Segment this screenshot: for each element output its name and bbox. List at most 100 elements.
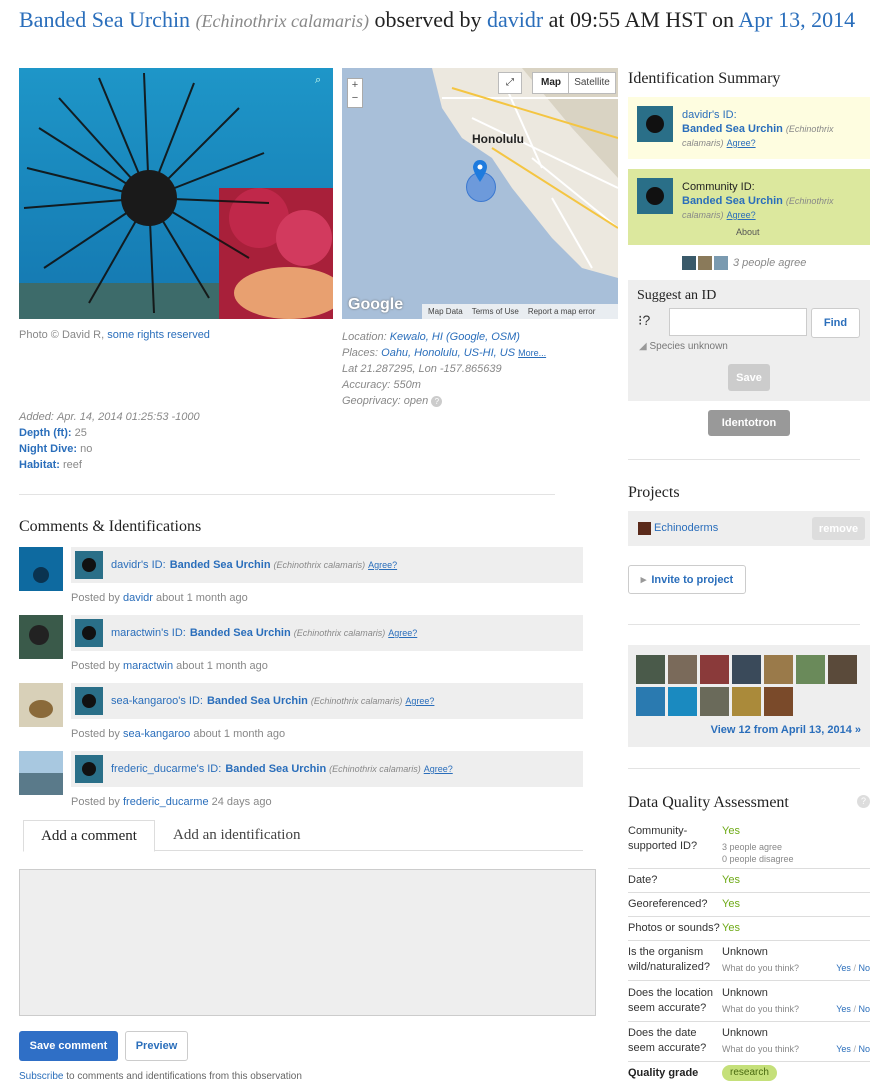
map-type-satellite-button[interactable]: Satellite: [568, 72, 616, 94]
vote-yes-link[interactable]: Yes: [836, 1044, 851, 1054]
people-agree-text[interactable]: 3 people agree: [733, 257, 806, 269]
terms-link[interactable]: Terms of Use: [472, 307, 519, 316]
poster-link[interactable]: frederic_ducarme: [123, 796, 209, 808]
map-data-link[interactable]: Map Data: [428, 307, 463, 316]
places-links[interactable]: Oahu, Honolulu, US-HI, US: [381, 347, 515, 359]
taxon-thumbnail[interactable]: [75, 687, 103, 715]
vote-yes-link[interactable]: Yes: [836, 1004, 851, 1014]
location-link[interactable]: Kewalo, HI: [390, 331, 443, 343]
map-pin-icon[interactable]: [473, 160, 487, 182]
about-link[interactable]: About: [736, 227, 760, 237]
dqa-value: Yes: [722, 922, 740, 934]
agree-link[interactable]: Agree?: [388, 628, 417, 638]
agree-link[interactable]: Agree?: [727, 210, 756, 220]
fullscreen-icon[interactable]: ⤢: [498, 72, 522, 94]
vote-no-link[interactable]: No: [858, 1044, 870, 1054]
zoom-controls[interactable]: + −: [347, 78, 363, 108]
user-id-taxon[interactable]: Banded Sea Urchin: [682, 123, 783, 135]
id-user-label[interactable]: frederic_ducarme's ID:: [111, 763, 221, 775]
invite-to-project-button[interactable]: ▸ Invite to project: [628, 565, 746, 594]
date-link[interactable]: Apr 13, 2014: [738, 7, 855, 32]
dqa-vote: Yes / No: [836, 1044, 870, 1054]
obs-thumbnail[interactable]: [732, 687, 761, 716]
habitat-label[interactable]: Habitat:: [19, 459, 60, 471]
species-link[interactable]: Banded Sea Urchin: [19, 7, 190, 32]
dqa-row: Does the date seem accurate? Unknown Wha…: [628, 1026, 870, 1062]
avatar[interactable]: [714, 256, 728, 270]
help-icon[interactable]: ?: [431, 396, 443, 407]
taxon-search-input[interactable]: [669, 308, 807, 336]
location-map[interactable]: + − ⤢ Map Satellite Honolulu Google Map D…: [342, 68, 618, 319]
observation-photo[interactable]: ⌕: [19, 68, 333, 319]
observer-link[interactable]: davidr: [487, 7, 543, 32]
obs-thumbnail[interactable]: [828, 655, 857, 684]
avatar[interactable]: [19, 547, 63, 591]
photo-credit-text: Photo © David R,: [19, 329, 105, 341]
id-user-label[interactable]: maractwin's ID:: [111, 627, 186, 639]
places-more-link[interactable]: More...: [518, 348, 546, 358]
save-id-button[interactable]: Save: [728, 364, 770, 391]
tab-add-identification[interactable]: Add an identification: [173, 820, 300, 850]
avatar[interactable]: [19, 751, 63, 795]
view-more-link[interactable]: View 12 from April 13, 2014 »: [711, 724, 861, 736]
community-id-box: Community ID: Banded Sea Urchin (Echinot…: [628, 169, 870, 245]
obs-thumbnail[interactable]: [700, 655, 729, 684]
tab-add-comment[interactable]: Add a comment: [23, 820, 155, 852]
save-comment-button[interactable]: Save comment: [19, 1031, 118, 1061]
rights-link[interactable]: some rights reserved: [107, 329, 210, 341]
agree-link[interactable]: Agree?: [405, 696, 434, 706]
taxon-thumbnail[interactable]: [637, 106, 673, 142]
user-id-label[interactable]: davidr's ID:: [682, 108, 867, 122]
project-link[interactable]: Echinoderms: [654, 522, 718, 534]
id-taxon-link[interactable]: Banded Sea Urchin: [170, 559, 271, 571]
obs-thumbnail[interactable]: [668, 687, 697, 716]
taxon-thumbnail[interactable]: [75, 755, 103, 783]
svg-text:⌕: ⌕: [315, 73, 321, 86]
obs-thumbnail[interactable]: [796, 655, 825, 684]
obs-thumbnail[interactable]: [764, 655, 793, 684]
remove-project-button[interactable]: remove: [812, 517, 865, 540]
agree-link[interactable]: Agree?: [424, 764, 453, 774]
id-user-label[interactable]: davidr's ID:: [111, 559, 166, 571]
subscribe-link[interactable]: Subscribe: [19, 1071, 63, 1082]
agree-link[interactable]: Agree?: [368, 560, 397, 570]
dqa-value: Yes: [722, 825, 740, 837]
preview-button[interactable]: Preview: [125, 1031, 188, 1061]
map-links[interactable]: (Google, OSM): [446, 331, 520, 343]
poster-link[interactable]: maractwin: [123, 660, 173, 672]
obs-thumbnail[interactable]: [636, 655, 665, 684]
report-map-error-link[interactable]: Report a map error: [528, 307, 596, 316]
comment-textarea[interactable]: [19, 869, 596, 1016]
unknown-taxon-icon: ⁝?: [638, 312, 651, 328]
obs-thumbnail[interactable]: [764, 687, 793, 716]
night-dive-label[interactable]: Night Dive:: [19, 443, 77, 455]
obs-thumbnail[interactable]: [700, 687, 729, 716]
map-type-map-button[interactable]: Map: [532, 72, 570, 94]
obs-thumbnail[interactable]: [636, 687, 665, 716]
taxon-thumbnail[interactable]: [637, 178, 673, 214]
depth-label[interactable]: Depth (ft):: [19, 427, 72, 439]
id-taxon-link[interactable]: Banded Sea Urchin: [207, 695, 308, 707]
avatar[interactable]: [698, 256, 712, 270]
id-taxon-link[interactable]: Banded Sea Urchin: [225, 763, 326, 775]
agree-link[interactable]: Agree?: [727, 138, 756, 148]
vote-no-link[interactable]: No: [858, 1004, 870, 1014]
id-user-label[interactable]: sea-kangaroo's ID:: [111, 695, 203, 707]
id-taxon-link[interactable]: Banded Sea Urchin: [190, 627, 291, 639]
help-icon[interactable]: ?: [857, 795, 870, 808]
avatar[interactable]: [682, 256, 696, 270]
avatar[interactable]: [19, 615, 63, 659]
poster-link[interactable]: sea-kangaroo: [123, 728, 190, 740]
obs-thumbnail[interactable]: [668, 655, 697, 684]
avatar[interactable]: [19, 683, 63, 727]
vote-yes-link[interactable]: Yes: [836, 963, 851, 973]
find-button[interactable]: Find: [811, 308, 860, 338]
obs-thumbnail[interactable]: [732, 655, 761, 684]
invite-label: Invite to project: [651, 573, 734, 586]
poster-link[interactable]: davidr: [123, 592, 153, 604]
identotron-button[interactable]: Identotron: [708, 410, 790, 436]
community-id-taxon[interactable]: Banded Sea Urchin: [682, 195, 783, 207]
vote-no-link[interactable]: No: [858, 963, 870, 973]
taxon-thumbnail[interactable]: [75, 619, 103, 647]
taxon-thumbnail[interactable]: [75, 551, 103, 579]
